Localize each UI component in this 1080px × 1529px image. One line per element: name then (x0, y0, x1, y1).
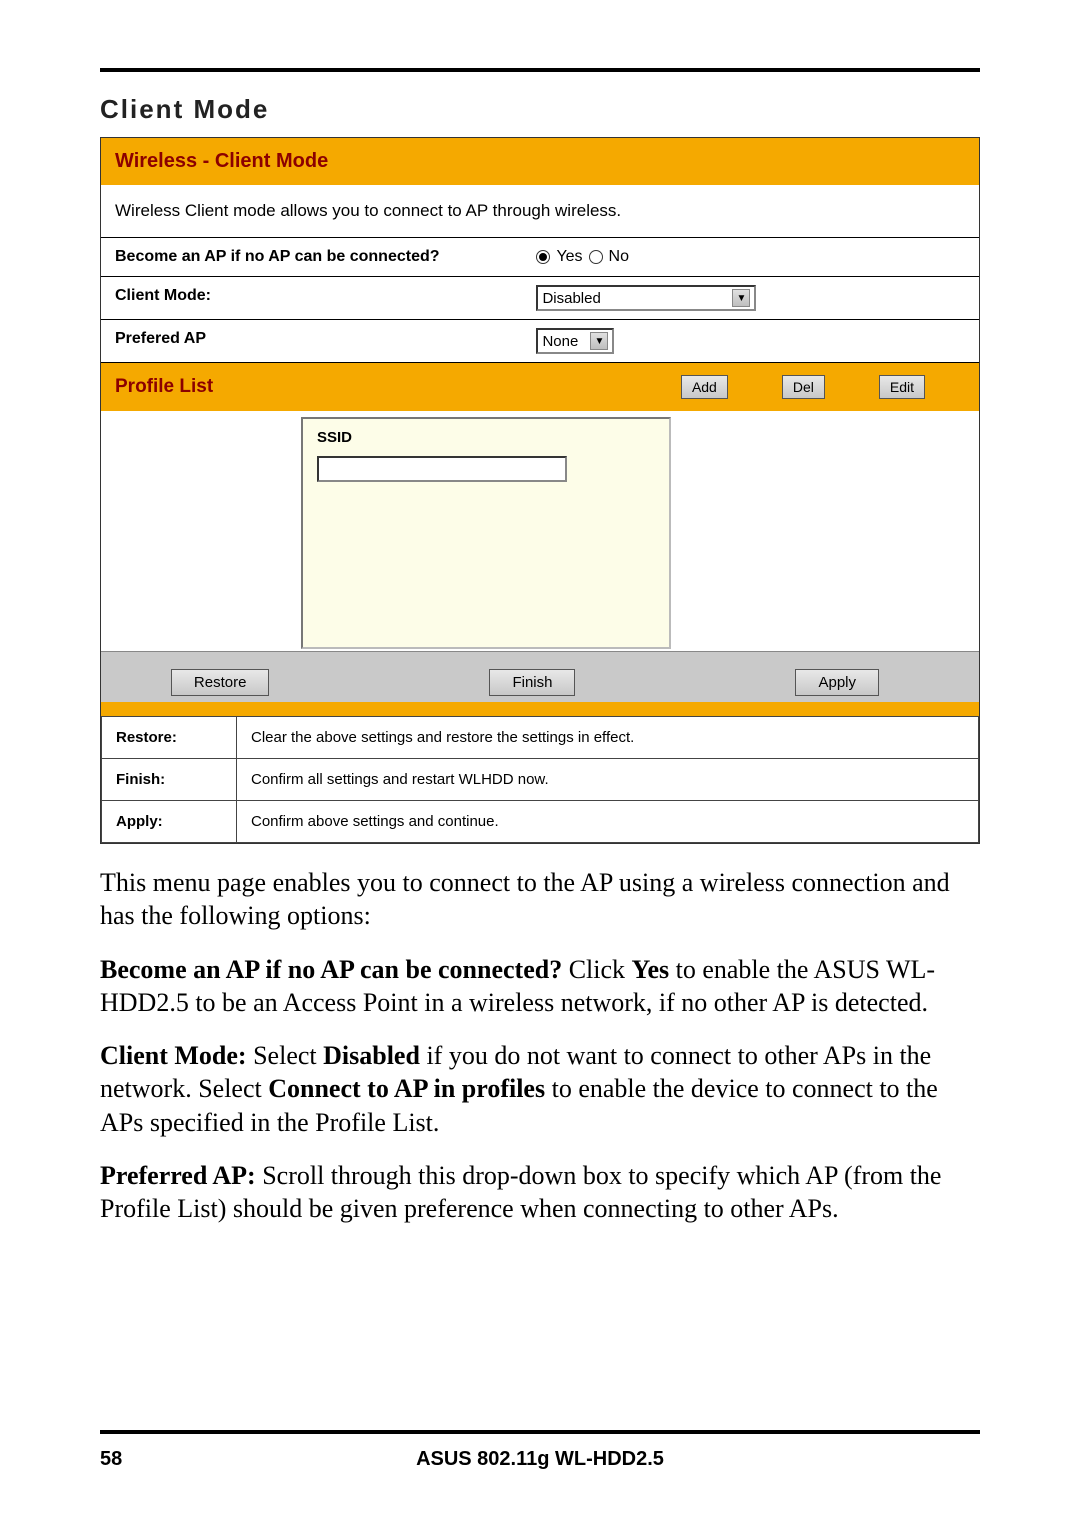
profile-list-label: Profile List (115, 376, 681, 398)
page-number: 58 (100, 1448, 160, 1471)
become-ap-yes-label: Yes (556, 248, 582, 266)
paragraph-preferred-ap: Preferred AP: Scroll through this drop-d… (100, 1159, 980, 1226)
finish-button[interactable]: Finish (489, 669, 575, 696)
restore-key: Restore: (102, 717, 237, 759)
top-rule (100, 68, 980, 72)
paragraph-intro: This menu page enables you to connect to… (100, 866, 980, 933)
chevron-down-icon: ▼ (732, 289, 750, 307)
row-prefered-ap: Prefered AP None ▼ (101, 319, 979, 362)
ssid-label: SSID (317, 429, 655, 446)
client-mode-label: Client Mode: (101, 277, 522, 319)
del-button[interactable]: Del (782, 375, 825, 399)
edit-button[interactable]: Edit (879, 375, 925, 399)
footer-title: ASUS 802.11g WL-HDD2.5 (160, 1448, 920, 1471)
bottom-button-row: Restore Finish Apply (101, 665, 979, 702)
restore-button[interactable]: Restore (171, 669, 270, 696)
apply-button[interactable]: Apply (795, 669, 879, 696)
row-become-ap: Become an AP if no AP can be connected? … (101, 237, 979, 276)
bold-yes: Yes (632, 955, 670, 984)
ssid-input[interactable] (317, 456, 567, 482)
prefered-ap-value: None (542, 333, 578, 350)
bold-connect-profiles: Connect to AP in profiles (268, 1074, 545, 1103)
panel-description: Wireless Client mode allows you to conne… (101, 185, 979, 237)
paragraph-client-mode: Client Mode: Select Disabled if you do n… (100, 1039, 980, 1139)
row-profile-list: Profile List Add Del Edit (101, 362, 979, 411)
footer: 58 ASUS 802.11g WL-HDD2.5 (100, 1430, 980, 1471)
ssid-area: SSID (101, 411, 979, 651)
table-row: Restore: Clear the above settings and re… (102, 717, 979, 759)
bold-become-ap: Become an AP if no AP can be connected? (100, 955, 562, 984)
add-button[interactable]: Add (681, 375, 728, 399)
orange-separator (101, 702, 979, 716)
restore-desc: Clear the above settings and restore the… (237, 717, 979, 759)
paragraph-become-ap: Become an AP if no AP can be connected? … (100, 953, 980, 1020)
apply-key: Apply: (102, 801, 237, 843)
bold-preferred-ap: Preferred AP: (100, 1161, 256, 1190)
row-client-mode: Client Mode: Disabled ▼ (101, 276, 979, 319)
prefered-ap-label: Prefered AP (101, 320, 522, 362)
bold-client-mode: Client Mode: (100, 1041, 247, 1070)
prefered-ap-select[interactable]: None ▼ (536, 328, 614, 354)
table-row: Apply: Confirm above settings and contin… (102, 801, 979, 843)
wireless-client-panel: Wireless - Client Mode Wireless Client m… (100, 137, 980, 844)
become-ap-no-radio[interactable] (589, 250, 603, 264)
client-mode-value: Disabled (542, 290, 600, 307)
ssid-box: SSID (301, 417, 671, 649)
finish-key: Finish: (102, 759, 237, 801)
become-ap-no-label: No (609, 248, 629, 266)
finish-desc: Confirm all settings and restart WLHDD n… (237, 759, 979, 801)
apply-desc: Confirm above settings and continue. (237, 801, 979, 843)
chevron-down-icon: ▼ (590, 332, 608, 350)
button-descriptions-table: Restore: Clear the above settings and re… (101, 716, 979, 843)
body-text: This menu page enables you to connect to… (100, 866, 980, 1225)
become-ap-yes-radio[interactable] (536, 250, 550, 264)
gray-bar (101, 651, 979, 665)
bold-disabled: Disabled (323, 1041, 420, 1070)
become-ap-label: Become an AP if no AP can be connected? (101, 238, 522, 276)
panel-header: Wireless - Client Mode (101, 138, 979, 185)
section-title: Client Mode (100, 94, 980, 125)
table-row: Finish: Confirm all settings and restart… (102, 759, 979, 801)
client-mode-select[interactable]: Disabled ▼ (536, 285, 756, 311)
footer-rule (100, 1430, 980, 1434)
